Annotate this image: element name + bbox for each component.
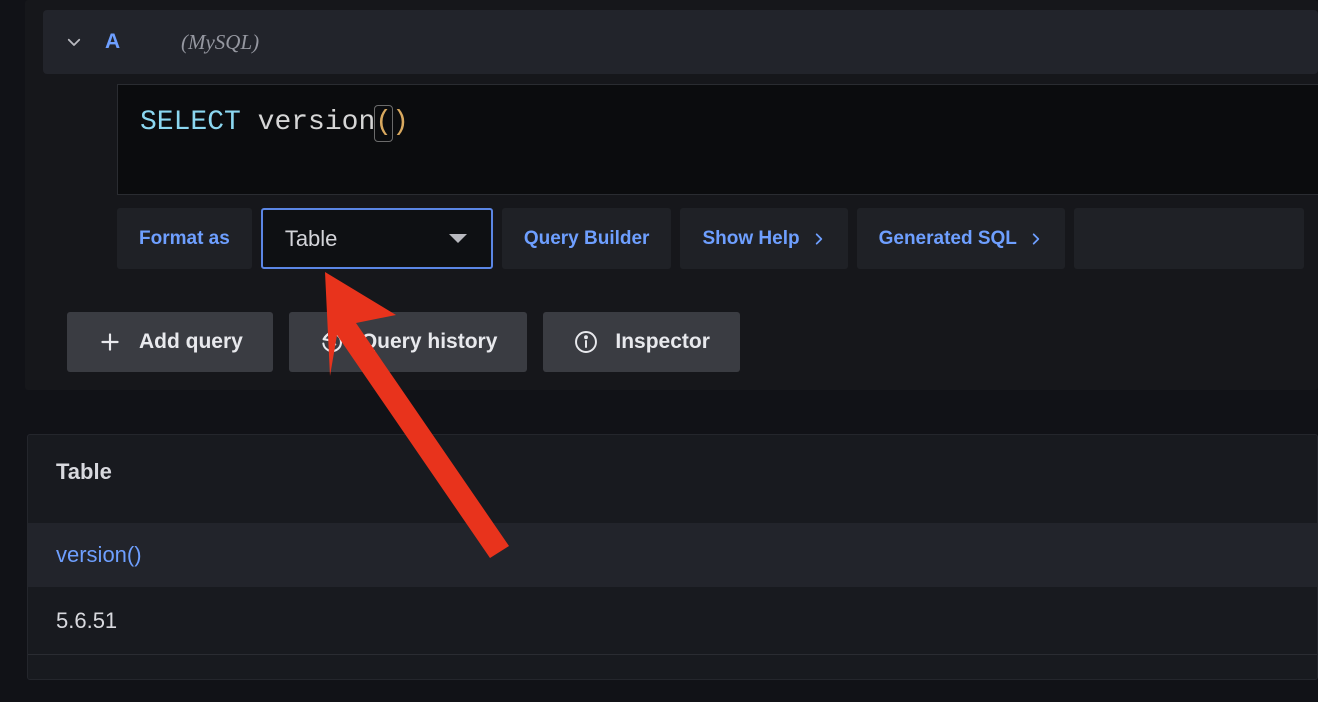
table-header-row: version() bbox=[28, 523, 1317, 587]
query-row-header[interactable]: A (MySQL) bbox=[43, 10, 1318, 74]
table-footer-strip bbox=[28, 655, 1317, 679]
format-as-select-value: Table bbox=[284, 225, 338, 251]
show-help-pane[interactable]: Show Help bbox=[680, 208, 848, 269]
generated-sql-pane[interactable]: Generated SQL bbox=[856, 208, 1065, 269]
query-editor-panel: A (MySQL) SELECT version() Format as Tab… bbox=[25, 0, 1318, 390]
query-options-toolbar: Format as Table Query Builder Show Help … bbox=[117, 208, 1304, 269]
query-ref-id[interactable]: A bbox=[105, 30, 151, 54]
chevron-right-icon bbox=[1032, 232, 1040, 245]
info-circle-icon bbox=[575, 331, 598, 353]
query-actions-row: Add query Query history Inspector bbox=[67, 312, 740, 372]
sql-close-paren: ) bbox=[392, 107, 409, 138]
table-column-header[interactable]: version() bbox=[28, 542, 142, 568]
query-builder-label: Query Builder bbox=[523, 227, 650, 249]
chevron-down-icon[interactable] bbox=[51, 33, 97, 51]
generated-sql-label: Generated SQL bbox=[878, 227, 1017, 249]
sql-keyword: SELECT bbox=[140, 107, 241, 138]
toolbar-empty-pane bbox=[1073, 208, 1304, 269]
query-builder-button[interactable]: Query Builder bbox=[502, 228, 672, 250]
sql-open-paren: ( bbox=[375, 107, 393, 138]
add-query-button[interactable]: Add query bbox=[67, 312, 273, 372]
sql-space bbox=[241, 107, 258, 138]
add-query-label: Add query bbox=[139, 330, 243, 353]
query-history-label: Query history bbox=[360, 330, 498, 353]
sql-bracket-match-highlight: ( bbox=[374, 105, 394, 142]
sql-code-editor[interactable]: SELECT version() bbox=[117, 84, 1318, 195]
query-datasource-name: (MySQL) bbox=[181, 29, 260, 54]
table-cell: 5.6.51 bbox=[56, 607, 118, 633]
history-clock-icon bbox=[322, 332, 342, 353]
format-as-pane: Format as bbox=[117, 208, 252, 269]
results-table-panel: Table version() 5.6.51 bbox=[27, 434, 1318, 680]
sql-function-name: version bbox=[257, 107, 376, 138]
generated-sql-button[interactable]: Generated SQL bbox=[857, 228, 1065, 250]
query-history-button[interactable]: Query history bbox=[288, 312, 528, 372]
sql-code-line: SELECT version() bbox=[140, 105, 409, 142]
format-as-select[interactable]: Table bbox=[260, 208, 493, 269]
show-help-button[interactable]: Show Help bbox=[680, 228, 847, 250]
plus-icon bbox=[101, 333, 119, 351]
format-as-label: Format as bbox=[139, 227, 230, 249]
chevron-right-icon bbox=[815, 232, 822, 245]
show-help-label: Show Help bbox=[702, 227, 800, 249]
table-row: 5.6.51 bbox=[28, 587, 1317, 655]
inspector-button[interactable]: Inspector bbox=[543, 312, 740, 372]
query-builder-pane[interactable]: Query Builder bbox=[501, 208, 672, 269]
panel-title: Table bbox=[56, 459, 112, 484]
inspector-label: Inspector bbox=[615, 330, 710, 353]
caret-down-icon bbox=[448, 234, 467, 243]
